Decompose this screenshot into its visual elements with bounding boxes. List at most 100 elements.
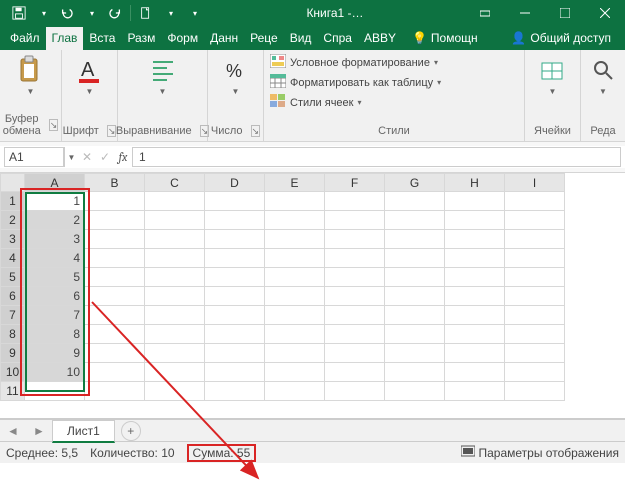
cell[interactable] (85, 268, 145, 287)
cell[interactable] (325, 268, 385, 287)
cell[interactable] (385, 344, 445, 363)
cell[interactable] (445, 382, 505, 401)
column-header-d[interactable]: D (205, 174, 265, 192)
cell[interactable] (325, 192, 385, 211)
cell[interactable] (205, 211, 265, 230)
tell-me-search[interactable]: 💡 Помощн (406, 27, 484, 50)
tab-home[interactable]: Глав (46, 27, 84, 50)
row-header[interactable]: 6 (1, 287, 25, 306)
cell[interactable]: 2 (25, 211, 85, 230)
name-box[interactable]: A1 (4, 147, 64, 167)
font-color-button[interactable]: A ▼ (68, 54, 111, 97)
cell[interactable] (25, 382, 85, 401)
cell[interactable] (145, 192, 205, 211)
cell[interactable] (325, 230, 385, 249)
cell[interactable] (85, 325, 145, 344)
cell[interactable] (505, 230, 565, 249)
cell[interactable] (145, 306, 205, 325)
tab-help[interactable]: Спра (317, 27, 358, 50)
select-all-corner[interactable] (1, 174, 25, 192)
number-format-button[interactable]: % ▼ (214, 54, 257, 97)
cell[interactable] (205, 287, 265, 306)
cell[interactable] (445, 268, 505, 287)
cell[interactable] (385, 230, 445, 249)
cell[interactable] (85, 363, 145, 382)
cell[interactable] (85, 249, 145, 268)
row-header[interactable]: 2 (1, 211, 25, 230)
cell[interactable] (445, 363, 505, 382)
cell[interactable] (145, 363, 205, 382)
cell[interactable]: 7 (25, 306, 85, 325)
spreadsheet-grid[interactable]: A B C D E F G H I 11 22 33 44 55 66 77 8… (0, 173, 625, 419)
cell[interactable]: 4 (25, 249, 85, 268)
cell[interactable] (445, 306, 505, 325)
clipboard-dialog-launcher[interactable]: ↘ (49, 119, 59, 131)
cell[interactable] (385, 382, 445, 401)
cell[interactable] (325, 382, 385, 401)
cell[interactable] (445, 211, 505, 230)
column-header-c[interactable]: C (145, 174, 205, 192)
column-header-f[interactable]: F (325, 174, 385, 192)
cell[interactable] (85, 344, 145, 363)
tab-insert[interactable]: Вста (83, 27, 121, 50)
cell[interactable] (265, 192, 325, 211)
cell[interactable] (505, 382, 565, 401)
cell[interactable] (325, 249, 385, 268)
redo-button[interactable] (104, 2, 126, 24)
tab-abbyy[interactable]: ABBY (358, 27, 402, 50)
cell[interactable] (205, 249, 265, 268)
conditional-formatting-button[interactable]: Условное форматирование ▾ (270, 54, 438, 71)
cell[interactable] (145, 268, 205, 287)
cell[interactable] (205, 363, 265, 382)
row-header[interactable]: 9 (1, 344, 25, 363)
cell[interactable] (205, 192, 265, 211)
share-button[interactable]: 👤 Общий доступ (505, 27, 617, 50)
column-header-a[interactable]: A (25, 174, 85, 192)
add-sheet-button[interactable]: + (121, 421, 141, 441)
close-button[interactable] (585, 0, 625, 26)
cell[interactable] (145, 230, 205, 249)
cell[interactable] (145, 249, 205, 268)
name-box-dropdown[interactable]: ▼ (64, 147, 78, 167)
cell[interactable] (265, 306, 325, 325)
cell[interactable] (265, 325, 325, 344)
cell[interactable] (385, 325, 445, 344)
cell[interactable] (265, 211, 325, 230)
cell[interactable] (385, 363, 445, 382)
formula-input[interactable]: 1 (132, 147, 621, 167)
undo-button[interactable] (56, 2, 78, 24)
tab-layout[interactable]: Разм (121, 27, 161, 50)
cell[interactable] (445, 287, 505, 306)
cell[interactable] (205, 344, 265, 363)
cell[interactable] (505, 306, 565, 325)
cell[interactable] (445, 192, 505, 211)
cell[interactable] (145, 287, 205, 306)
cell[interactable]: 9 (25, 344, 85, 363)
cell[interactable] (505, 325, 565, 344)
cell[interactable] (505, 363, 565, 382)
cell[interactable] (265, 249, 325, 268)
row-header[interactable]: 11 (1, 382, 25, 401)
undo-dropdown[interactable] (80, 2, 102, 24)
cell[interactable] (265, 230, 325, 249)
cell[interactable] (325, 287, 385, 306)
tab-file[interactable]: Файл (4, 27, 46, 50)
cell[interactable] (325, 363, 385, 382)
sheet-tab-1[interactable]: Лист1 (52, 420, 115, 443)
enter-formula-button[interactable]: ✓ (96, 150, 114, 164)
cell[interactable] (445, 325, 505, 344)
cell[interactable] (265, 344, 325, 363)
sheet-nav-prev[interactable]: ◄ (0, 424, 26, 438)
cell[interactable] (145, 344, 205, 363)
cell[interactable] (385, 211, 445, 230)
cell[interactable] (205, 382, 265, 401)
cell[interactable] (385, 249, 445, 268)
cell[interactable] (445, 230, 505, 249)
paste-button[interactable]: ▼ (6, 54, 55, 97)
cancel-formula-button[interactable]: ✕ (78, 150, 96, 164)
cell[interactable] (505, 211, 565, 230)
cell[interactable] (265, 268, 325, 287)
cell[interactable] (145, 211, 205, 230)
column-header-h[interactable]: H (445, 174, 505, 192)
new-doc-button[interactable] (135, 2, 157, 24)
